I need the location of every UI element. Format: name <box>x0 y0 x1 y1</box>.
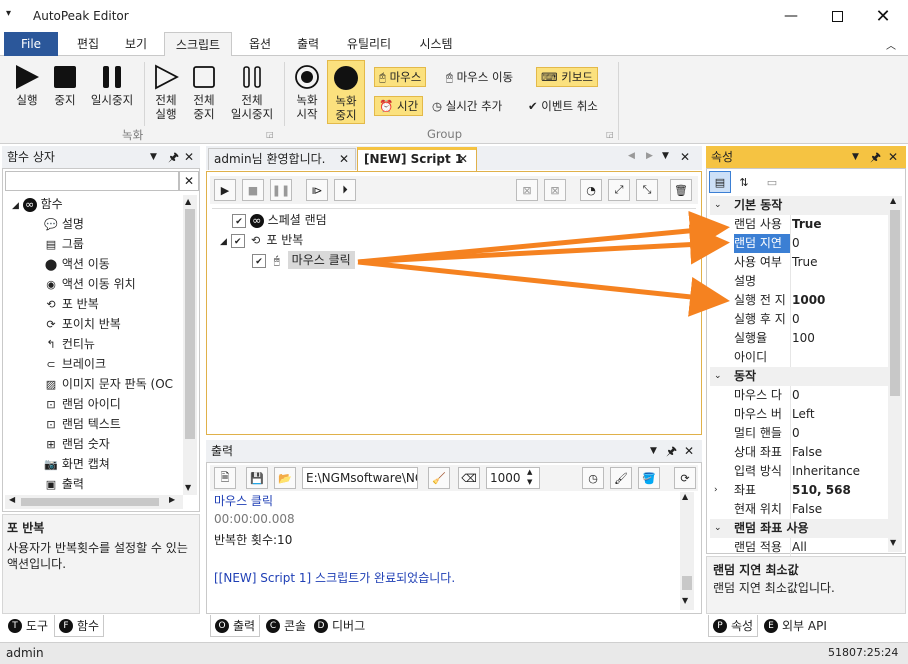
status-user: admin <box>6 646 44 660</box>
status-bar: admin 51807:25:24 <box>0 642 908 664</box>
annotation-arrows <box>357 210 730 317</box>
arrow-to-pre-delay <box>357 259 730 317</box>
status-clock: 51807:25:24 <box>828 646 899 659</box>
